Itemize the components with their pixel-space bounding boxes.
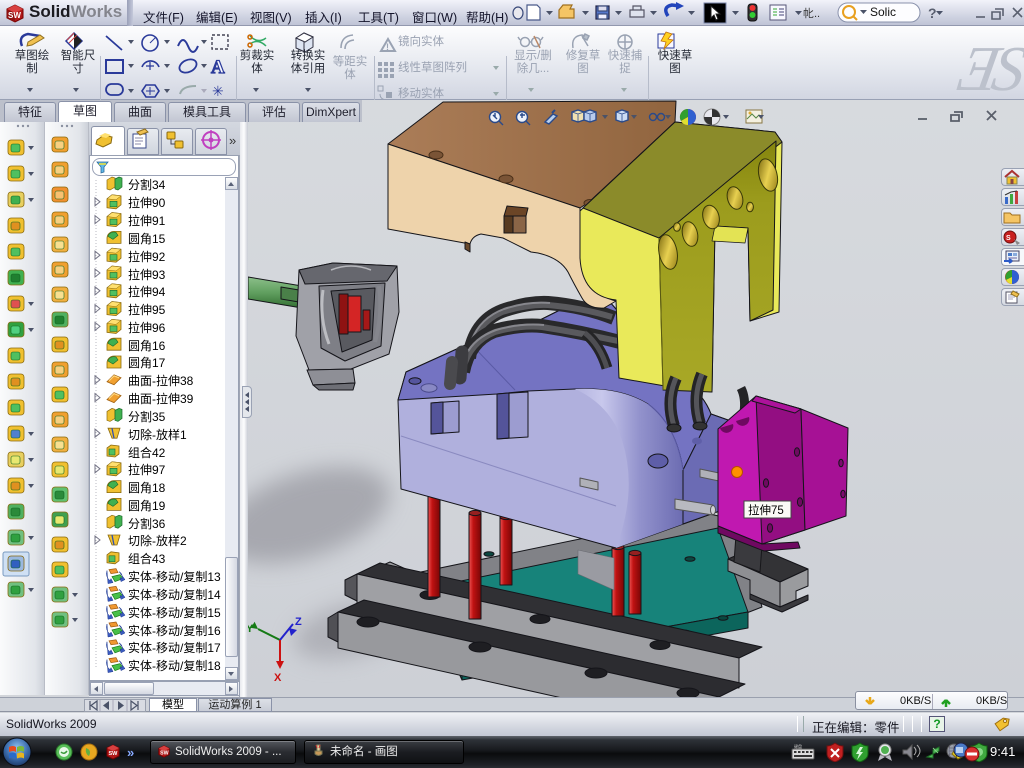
svg-text:X: X: [274, 672, 282, 684]
svg-text:S: S: [1006, 235, 1011, 242]
svg-text:A: A: [211, 57, 225, 78]
svg-text:»: »: [127, 745, 134, 760]
svg-text:✳: ✳: [212, 83, 224, 99]
svg-text:SW: SW: [8, 11, 21, 20]
svg-text:拉伸75: 拉伸75: [748, 503, 784, 517]
svg-text:!: !: [386, 42, 389, 52]
svg-text:?: ?: [928, 5, 937, 21]
svg-text:SW: SW: [160, 751, 169, 757]
svg-text:Z: Z: [295, 616, 302, 628]
svg-text:SW: SW: [109, 751, 119, 757]
svg-text:Solic: Solic: [870, 5, 896, 19]
svg-text:㠲..: 㠲..: [803, 7, 820, 20]
svg-text:键盘: 键盘: [794, 744, 802, 749]
